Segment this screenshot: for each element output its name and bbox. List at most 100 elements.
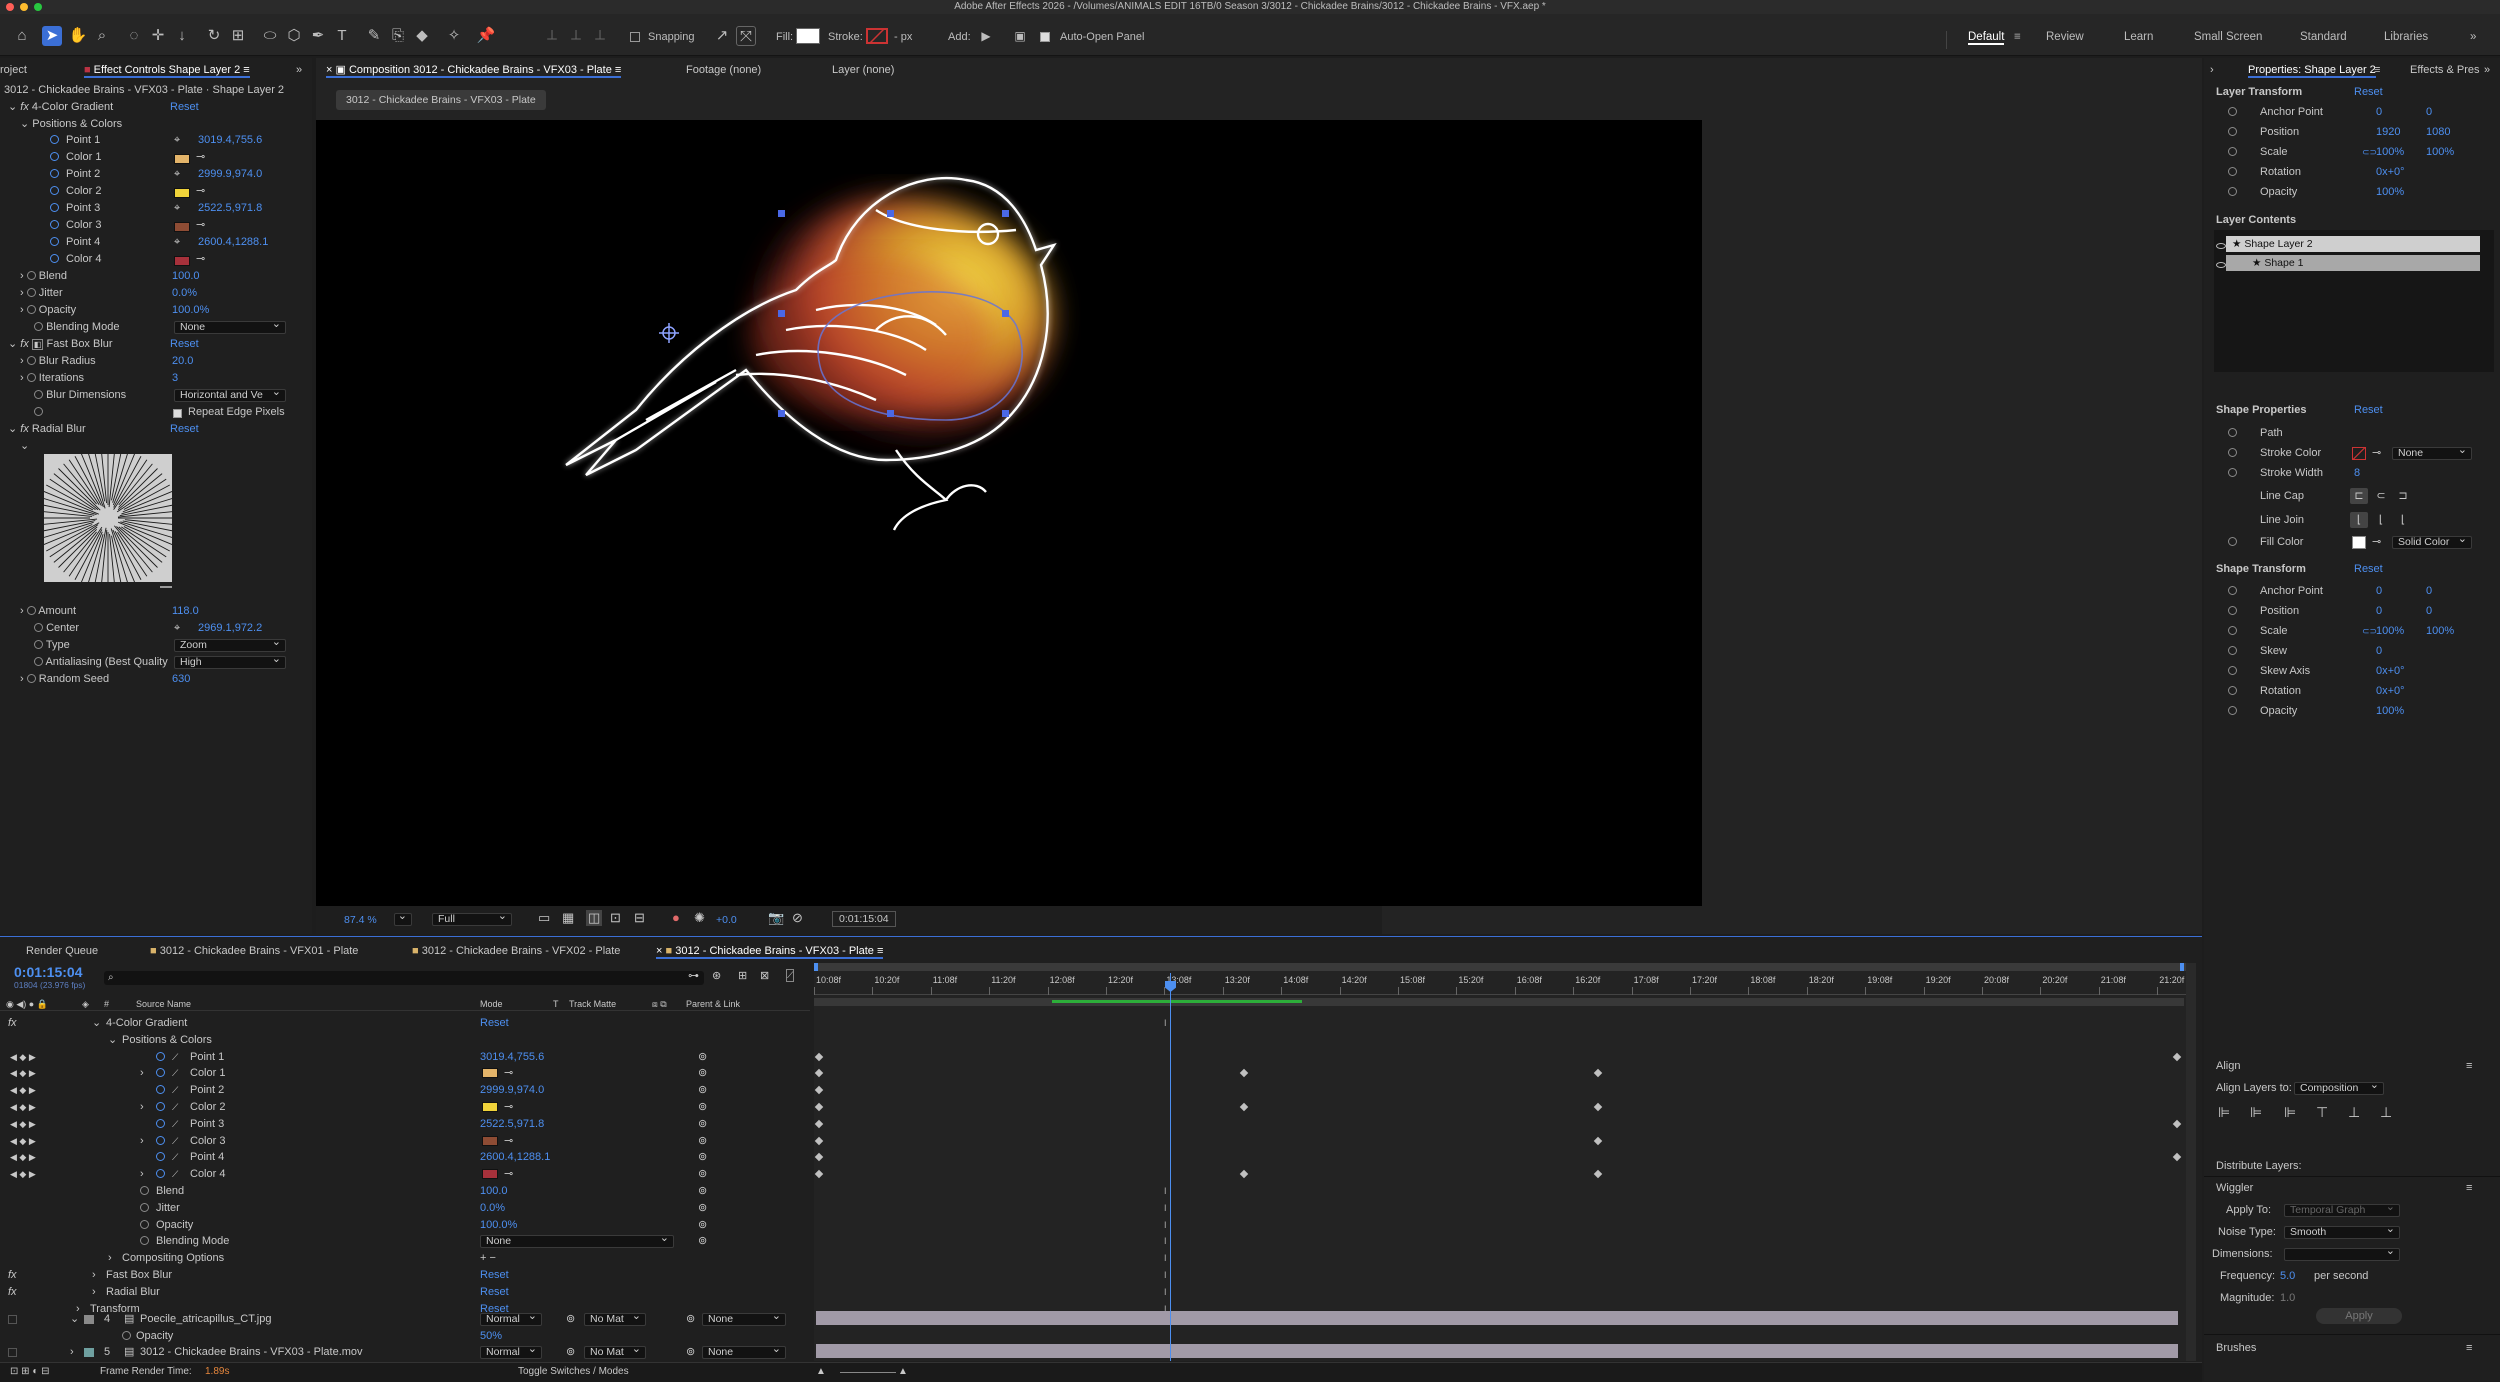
stopwatch-icon[interactable] [2228, 184, 2237, 200]
work-area-start[interactable] [814, 963, 818, 971]
track-matte-dropdown[interactable]: No Mat [584, 1311, 646, 1326]
expression-pickwhip-icon[interactable]: ⊚ [698, 1233, 707, 1249]
blending-mode-dropdown[interactable]: None [480, 1233, 674, 1248]
tab-vfx02[interactable]: ■ 3012 - Chickadee Brains - VFX02 - Plat… [412, 943, 620, 959]
left-collapse-icon[interactable]: › [2210, 62, 2214, 78]
eyedropper-icon[interactable]: ⊸ [504, 1065, 513, 1081]
workspace-default[interactable]: Default [1968, 31, 2005, 45]
stopwatch-icon[interactable] [50, 149, 59, 165]
graph-icon[interactable]: ⟋ [172, 1166, 178, 1182]
fx-icon[interactable]: fx [8, 1267, 17, 1283]
mode-header[interactable]: Mode [480, 997, 503, 1011]
point2-value[interactable]: 2999.9,974.0 [198, 166, 262, 182]
eye-icon[interactable] [2216, 259, 2226, 271]
align-left-icon[interactable]: ⊫ [2218, 1104, 2230, 1120]
constrain-proportions-icon[interactable]: ⊂⊃ [2362, 623, 2377, 639]
work-area-bar[interactable] [814, 963, 2196, 971]
stopwatch-icon[interactable] [156, 1116, 165, 1132]
workspace-learn[interactable]: Learn [2124, 31, 2153, 43]
tab-vfx01[interactable]: ■ 3012 - Chickadee Brains - VFX01 - Plat… [150, 943, 358, 959]
square-cap-icon[interactable]: ⊐ [2394, 488, 2412, 504]
region-icon[interactable]: ▭ [538, 910, 550, 926]
reset-shape-transform-button[interactable]: Reset [2354, 561, 2383, 577]
expression-pickwhip-icon[interactable]: ⊚ [698, 1116, 707, 1132]
parent-pickwhip-icon[interactable]: ⊚ [686, 1344, 695, 1360]
fill-type-dropdown[interactable]: Solid Color [2392, 534, 2472, 549]
stopwatch-icon[interactable] [140, 1183, 149, 1199]
lt-v2-0[interactable]: 0 [2426, 104, 2432, 120]
layer-opacity-row[interactable]: Opacity 50% [0, 1328, 810, 1344]
property-row[interactable]: › Compositing Options + − [0, 1250, 810, 1266]
stopwatch-icon[interactable] [156, 1133, 165, 1149]
panel-menu-icon[interactable]: ≡ [2374, 62, 2380, 78]
brushes-menu-icon[interactable]: ≡ [2466, 1340, 2472, 1356]
keyframe-nav-icon[interactable]: ◀ ◆ ▶ [10, 1133, 36, 1149]
st-v1-5[interactable]: 0x+0° [2376, 683, 2405, 699]
expand-arrow-icon[interactable]: › [140, 1099, 144, 1115]
stopwatch-icon[interactable] [50, 251, 59, 267]
expression-pickwhip-icon[interactable]: ⊚ [698, 1183, 707, 1199]
layer-mode-dropdown[interactable]: Normal [480, 1311, 542, 1326]
stopwatch-icon[interactable] [156, 1082, 165, 1098]
layer-name[interactable]: Poecile_atricapillus_CT.jpg [140, 1311, 271, 1327]
zoom-dropdown[interactable] [394, 911, 412, 926]
color-swatch[interactable] [482, 1136, 498, 1146]
reset-fast-box-blur-button[interactable]: Reset [170, 336, 199, 352]
align-menu-icon[interactable]: ≡ [2466, 1058, 2472, 1074]
stopwatch-icon[interactable] [2228, 104, 2237, 120]
keyframe[interactable] [2172, 1152, 2182, 1162]
fill-swatch[interactable] [796, 28, 820, 44]
stopwatch-icon[interactable] [156, 1049, 165, 1065]
rotation-tool-icon[interactable]: ↻ [204, 26, 224, 46]
snapping-checkbox[interactable] [630, 32, 640, 42]
pen-tool-icon[interactable]: ✒ [308, 26, 328, 46]
expand-arrow-icon[interactable]: › [70, 1344, 74, 1360]
preview-slider[interactable] [160, 586, 172, 588]
dimensions-dropdown[interactable] [2284, 1246, 2400, 1261]
label-color-swatch[interactable] [84, 1348, 94, 1357]
world-axis-icon[interactable]: ⟂ [566, 26, 586, 46]
keyframe[interactable] [1593, 1169, 1603, 1179]
expression-pickwhip-icon[interactable]: ⊚ [698, 1149, 707, 1165]
workspace-review[interactable]: Review [2046, 31, 2084, 43]
property-row[interactable]: ◀ ◆ ▶ › ⟋ Color 4 ⊸ ⊚ [0, 1166, 810, 1182]
tab-properties[interactable]: Properties: Shape Layer 2 [2248, 62, 2376, 78]
eyedropper-icon[interactable]: ⊸ [2372, 534, 2381, 550]
dolly-camera-icon[interactable]: ↓ [172, 26, 192, 46]
expression-pickwhip-icon[interactable]: ⊚ [698, 1133, 707, 1149]
source-name-header[interactable]: Source Name [136, 997, 191, 1011]
st-v1-4[interactable]: 0x+0° [2376, 663, 2405, 679]
maximize-window-button[interactable] [34, 3, 42, 11]
layer-mode-dropdown[interactable]: Normal [480, 1344, 542, 1359]
property-value[interactable]: 3019.4,755.6 [480, 1049, 544, 1065]
opacity-value[interactable]: 100.0% [172, 302, 209, 318]
lt-v1-2[interactable]: 100% [2376, 144, 2404, 160]
miter-join-icon[interactable]: ⌊ [2350, 512, 2368, 528]
property-value[interactable]: 2999.9,974.0 [480, 1082, 544, 1098]
tab-layer[interactable]: Layer (none) [832, 62, 894, 78]
viewer-timecode[interactable]: 0:01:15:04 [832, 911, 896, 927]
reset-4color-button[interactable]: Reset [170, 99, 199, 115]
property-value[interactable]: 2522.5,971.8 [480, 1116, 544, 1132]
comp-breadcrumb[interactable]: 3012 - Chickadee Brains - VFX03 - Plate [336, 90, 546, 110]
expand-arrow-icon[interactable]: › [92, 1267, 96, 1283]
reset-shape-properties-button[interactable]: Reset [2354, 402, 2383, 418]
center-value[interactable]: 2969.1,972.2 [198, 620, 262, 636]
keyframe-nav-icon[interactable]: ◀ ◆ ▶ [10, 1049, 36, 1065]
graph-icon[interactable]: ⟋ [172, 1116, 178, 1132]
type-dropdown[interactable]: Zoom [174, 637, 286, 652]
expression-pickwhip-icon[interactable]: ⊚ [698, 1217, 707, 1233]
parent-dropdown[interactable]: None [702, 1311, 786, 1326]
pan-camera-icon[interactable]: ✛ [148, 26, 168, 46]
tab-render-queue[interactable]: Render Queue [26, 943, 98, 959]
round-cap-icon[interactable]: ⊂ [2372, 488, 2390, 504]
stopwatch-icon[interactable] [2228, 663, 2237, 679]
constrain-proportions-icon[interactable]: ⊂⊃ [2362, 144, 2377, 160]
property-row[interactable]: fx › Fast Box Blur Reset [0, 1267, 810, 1283]
crosshair-icon[interactable]: ⌖ [174, 166, 180, 182]
crosshair-icon[interactable]: ⌖ [174, 620, 180, 636]
guides-icon[interactable]: ⊡ [610, 910, 621, 926]
align-top-icon[interactable]: ⊤ [2316, 1104, 2328, 1120]
property-row[interactable]: ◀ ◆ ▶ ⟋ Point 4 2600.4,1288.1 ⊚ [0, 1149, 810, 1165]
selection-tool-icon[interactable]: ➤ [42, 26, 62, 46]
